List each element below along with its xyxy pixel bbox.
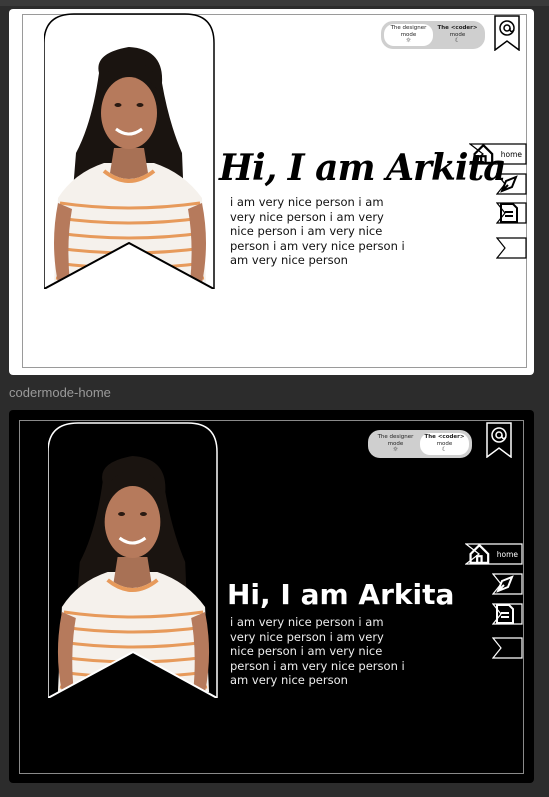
nav-home-label: home bbox=[496, 549, 518, 559]
coder-mode-frame: Hi, I am Arkita i am very nice person i … bbox=[9, 410, 534, 783]
coder-mode-option[interactable]: The <coder> mode ☾ bbox=[420, 433, 469, 455]
document-icon bbox=[500, 203, 518, 223]
portrait-card bbox=[44, 13, 215, 289]
mode-toggle[interactable]: The designer mode ☼ The <coder> mode ☾ bbox=[381, 21, 485, 49]
contact-bookmark-button[interactable] bbox=[486, 422, 512, 458]
hero-headline: Hi, I am Arkita bbox=[227, 578, 455, 611]
coder-mode-option[interactable]: The <coder> mode ☾ bbox=[433, 24, 482, 46]
canvas-topbar bbox=[0, 0, 549, 6]
nav-design[interactable] bbox=[496, 173, 527, 195]
nav-empty[interactable] bbox=[496, 237, 527, 259]
nav-empty[interactable] bbox=[492, 637, 523, 659]
nav-design[interactable] bbox=[492, 573, 523, 595]
sun-icon: ☼ bbox=[392, 446, 399, 454]
designer-mode-option[interactable]: The designer mode ☼ bbox=[371, 433, 420, 455]
home-icon bbox=[473, 143, 494, 164]
portrait-frame-shape bbox=[44, 13, 215, 289]
designer-mode-option[interactable]: The designer mode ☼ bbox=[384, 24, 433, 46]
moon-icon: ☾ bbox=[454, 37, 461, 45]
portrait-card bbox=[48, 422, 218, 698]
home-icon bbox=[469, 543, 490, 564]
hero-bio: i am very nice person i am very nice per… bbox=[230, 615, 405, 687]
sun-icon: ☼ bbox=[405, 37, 412, 45]
portrait-frame-shape bbox=[48, 422, 218, 698]
at-sign-icon bbox=[499, 20, 515, 36]
moon-icon: ☾ bbox=[441, 446, 448, 454]
hero-headline: Hi, I am Arkita bbox=[219, 147, 507, 189]
nav-document[interactable] bbox=[492, 603, 523, 625]
designer-mode-frame: Hi, I am Arkita i am very nice person i … bbox=[9, 9, 534, 375]
nav-home[interactable]: home bbox=[465, 543, 523, 565]
contact-bookmark-button[interactable] bbox=[494, 15, 520, 51]
hero-bio: i am very nice person i am very nice per… bbox=[230, 195, 405, 267]
pen-tool-icon bbox=[500, 175, 518, 193]
mode-toggle[interactable]: The designer mode ☼ The <coder> mode ☾ bbox=[368, 430, 472, 458]
nav-home[interactable]: home bbox=[469, 143, 527, 165]
at-sign-icon bbox=[491, 427, 507, 443]
document-icon bbox=[496, 604, 514, 624]
nav-document[interactable] bbox=[496, 202, 527, 224]
frame-label-codermode: codermode-home bbox=[9, 385, 111, 400]
nav-home-label: home bbox=[500, 149, 522, 159]
pen-tool-icon bbox=[496, 575, 514, 593]
